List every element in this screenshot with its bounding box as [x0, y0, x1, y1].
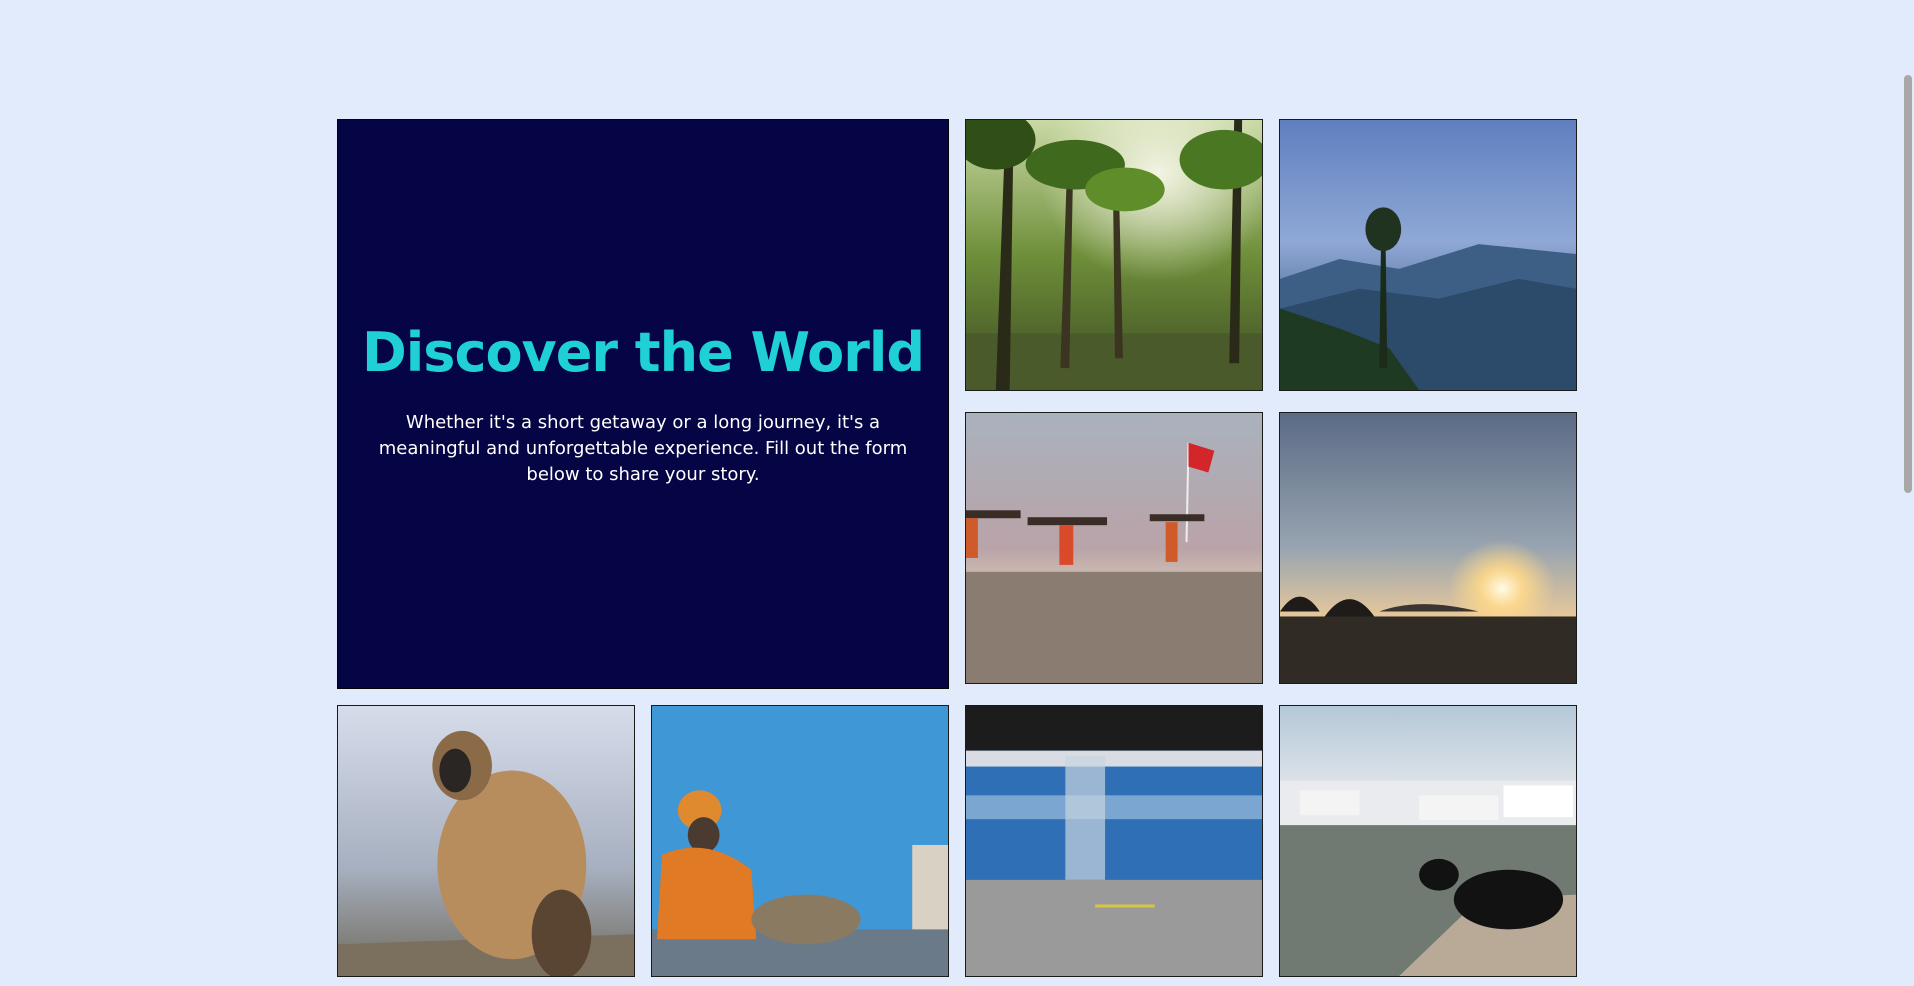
sadhu-blue-wall-photo: [651, 705, 949, 977]
misty-mountains-photo: [1279, 119, 1577, 391]
palm-grove-photo: [965, 119, 1263, 391]
blurred-train-photo: [965, 705, 1263, 977]
sunset-over-shore-photo: [1279, 412, 1577, 684]
scrollbar-thumb[interactable]: [1904, 75, 1912, 493]
hero-panel: Discover the World Whether it's a short …: [337, 119, 949, 689]
scrollbar[interactable]: [1900, 0, 1914, 986]
hero-description: Whether it's a short getaway or a long j…: [378, 411, 908, 485]
hero-title: Discover the World: [361, 320, 925, 384]
gallery-grid: Discover the World Whether it's a short …: [337, 119, 1580, 977]
lake-cow-photo: [1279, 705, 1577, 977]
langur-monkey-photo: [337, 705, 635, 977]
beach-women-carrying-wood-photo: [965, 412, 1263, 684]
